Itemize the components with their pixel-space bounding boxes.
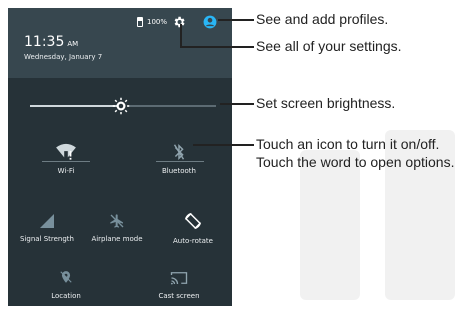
settings-gear-icon[interactable] <box>172 15 186 29</box>
brightness-annotation: Set screen brightness. <box>256 95 396 111</box>
battery-icon <box>137 17 143 27</box>
toggle-annotation-line1: Touch an icon to turn it on/off. <box>256 136 440 152</box>
signal-icon[interactable] <box>39 213 55 229</box>
clock-ampm: AM <box>67 40 79 48</box>
bluetooth-label[interactable]: Bluetooth <box>144 167 214 175</box>
toggle-annotation-line2: Touch the word to open options. <box>256 154 455 170</box>
signal-strength-tile[interactable]: Signal Strength <box>12 213 82 243</box>
clock: 11:35 AM <box>24 34 78 50</box>
background-decoration <box>300 150 360 300</box>
profile-icon[interactable] <box>203 15 217 29</box>
wifi-tile[interactable]: Wi-Fi <box>31 143 101 175</box>
auto-rotate-icon[interactable] <box>183 211 203 231</box>
quick-settings-panel: 100% 11:35 AM Wednesday, January 7 Wi-Fi… <box>8 8 232 306</box>
battery-level: 100% <box>147 18 168 26</box>
brightness-track-filled[interactable] <box>30 105 118 107</box>
clock-time: 11:35 <box>24 34 65 50</box>
tile-divider <box>42 161 90 162</box>
bluetooth-icon[interactable] <box>172 143 186 161</box>
profiles-callout-line <box>218 19 254 21</box>
airplane-mode-label[interactable]: Airplane mode <box>82 235 152 243</box>
notification-header: 100% 11:35 AM Wednesday, January 7 <box>8 8 232 78</box>
settings-annotation: See all of your settings. <box>256 38 402 54</box>
brightness-track[interactable] <box>128 105 216 107</box>
auto-rotate-tile[interactable]: Auto-rotate <box>158 211 228 245</box>
location-icon[interactable] <box>59 268 73 286</box>
airplane-mode-tile[interactable]: Airplane mode <box>82 213 152 243</box>
tile-divider <box>156 161 204 162</box>
location-tile[interactable]: Location <box>31 268 101 300</box>
cast-icon[interactable] <box>170 270 188 286</box>
brightness-slider-thumb[interactable] <box>112 97 130 115</box>
airplane-icon[interactable] <box>109 213 125 229</box>
signal-strength-label[interactable]: Signal Strength <box>12 235 82 243</box>
wifi-label[interactable]: Wi-Fi <box>31 167 101 175</box>
cast-screen-label[interactable]: Cast screen <box>144 292 214 300</box>
settings-callout-connector <box>180 24 182 48</box>
settings-callout-line <box>180 46 254 48</box>
bluetooth-tile[interactable]: Bluetooth <box>144 143 214 175</box>
date-label: Wednesday, January 7 <box>24 53 103 61</box>
toggle-callout-line <box>193 144 254 146</box>
brightness-callout-line <box>220 103 254 105</box>
profiles-annotation: See and add profiles. <box>256 11 389 27</box>
auto-rotate-label[interactable]: Auto-rotate <box>158 237 228 245</box>
location-label[interactable]: Location <box>31 292 101 300</box>
wifi-icon[interactable] <box>55 143 77 161</box>
cast-screen-tile[interactable]: Cast screen <box>144 270 214 300</box>
